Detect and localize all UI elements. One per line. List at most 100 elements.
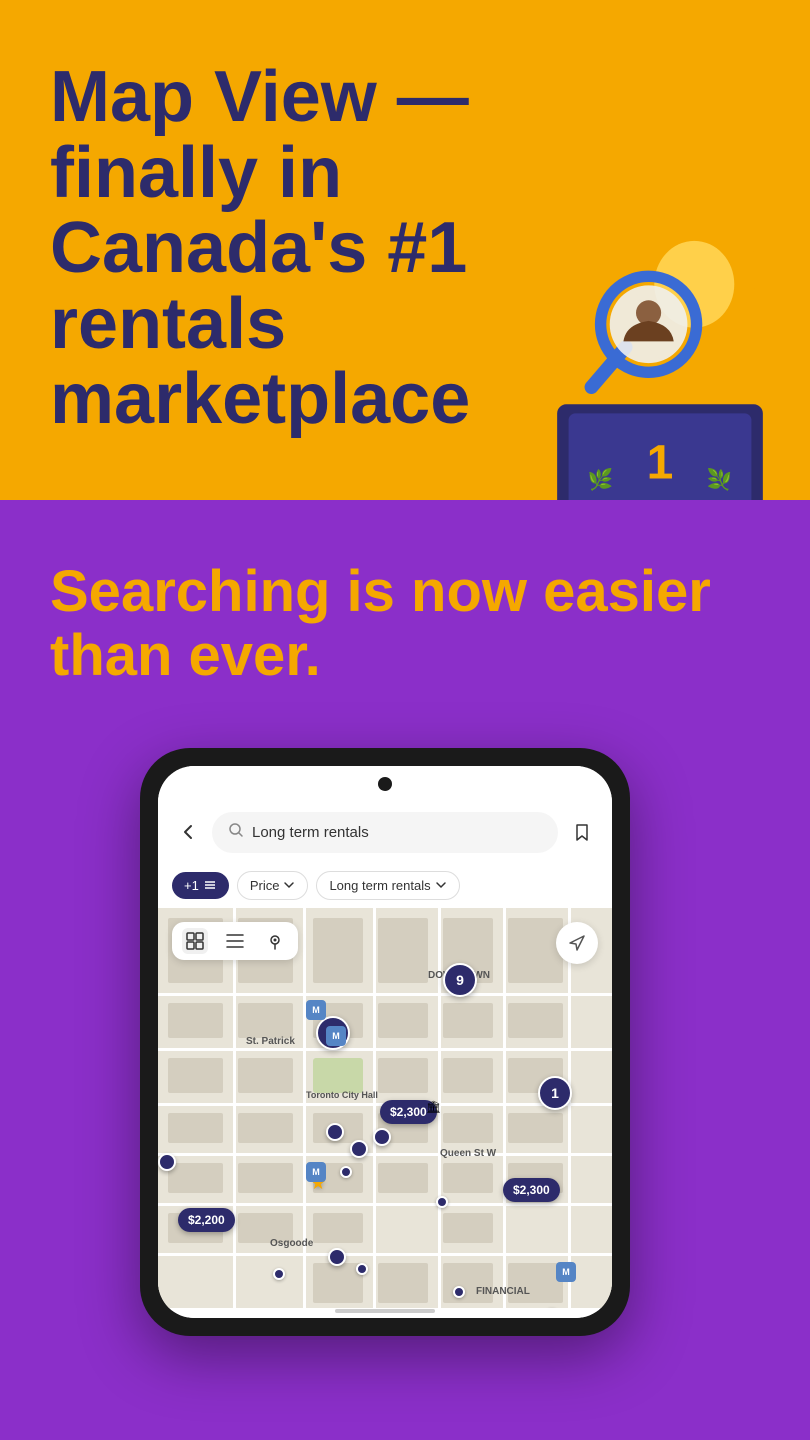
phone-screen: Long term rentals +1 [158, 766, 612, 1318]
list-view-button[interactable] [222, 928, 248, 954]
map-block [443, 1213, 493, 1243]
transit-icon-4: M [556, 1262, 576, 1282]
map-pin-dot7[interactable] [436, 1196, 448, 1208]
phone-mockup: Long term rentals +1 [140, 748, 630, 1336]
map-pin-1[interactable]: 1 [538, 1076, 572, 1110]
map-block [443, 1003, 493, 1038]
pin-dot [328, 1248, 346, 1266]
map-road [373, 908, 376, 1308]
pin-price-label: $2,300 [503, 1178, 560, 1202]
pin-dot-small [356, 1263, 368, 1275]
map-pin-dot4[interactable] [340, 1166, 352, 1178]
rental-type-label: Long term rentals [329, 878, 430, 893]
map-road [158, 1203, 612, 1206]
back-button[interactable] [174, 818, 202, 846]
search-area: Long term rentals [158, 802, 612, 863]
map-pin-dot6[interactable] [356, 1263, 368, 1275]
price-filter-label: Price [250, 878, 280, 893]
svg-text:🌿: 🌿 [588, 468, 614, 492]
main-headline: Map View — finally in Canada's #1 rental… [50, 60, 610, 438]
pin-dot [326, 1123, 344, 1141]
svg-text:1: 1 [647, 437, 674, 490]
map-pin-marker1[interactable] [328, 1248, 346, 1266]
pin-price-label: $2,200 [178, 1208, 235, 1232]
map-block [378, 1263, 428, 1303]
search-bar[interactable]: Long term rentals [212, 812, 558, 853]
map-area[interactable]: DOWNTOWN St. Patrick Toronto City Hall O… [158, 908, 612, 1308]
map-block [313, 1213, 363, 1243]
phone-notch-bar [158, 766, 612, 802]
trophy-illustration: 1 🌿 🌿 [530, 210, 790, 500]
filter-count: +1 [184, 878, 199, 893]
pin-dot-small [340, 1166, 352, 1178]
map-block [378, 1163, 428, 1193]
map-pin-price-2200[interactable]: $2,200 [178, 1208, 235, 1232]
map-pin-marker2[interactable] [453, 1286, 465, 1298]
map-block [168, 1163, 223, 1193]
map-pin-9[interactable]: 9 [443, 963, 477, 997]
grid-view-button[interactable] [182, 928, 208, 954]
pin-count: 1 [538, 1076, 572, 1110]
subheadline: Searching is now easier than ever. [50, 560, 760, 688]
map-block [168, 1113, 223, 1143]
map-block [168, 1058, 223, 1093]
landmark-icon: 🏛 [426, 1100, 441, 1114]
map-pin-dot1[interactable] [326, 1123, 344, 1141]
map-pin-dot3[interactable] [373, 1128, 391, 1146]
map-block [168, 1003, 223, 1038]
filter-chip-rental-type[interactable]: Long term rentals [316, 871, 459, 900]
map-label-st-patrick: St. Patrick [246, 1036, 295, 1047]
map-road [158, 1048, 612, 1051]
phone-bottom-bar [158, 1308, 612, 1318]
map-view-controls [172, 922, 298, 960]
transit-icon: M [326, 1026, 346, 1046]
map-label-city-hall: Toronto City Hall [306, 1090, 378, 1100]
map-label-osgoode: Osgoode [270, 1238, 313, 1249]
map-block [238, 1058, 293, 1093]
pin-count: 9 [443, 963, 477, 997]
map-road [158, 993, 612, 996]
top-section: Map View — finally in Canada's #1 rental… [0, 0, 810, 500]
filter-chip-plus[interactable]: +1 [172, 872, 229, 899]
map-road [233, 908, 236, 1308]
map-block [443, 1263, 493, 1303]
pin-dot [350, 1140, 368, 1158]
map-block [443, 1163, 493, 1193]
map-pin-price-2300b[interactable]: $2,300 [503, 1178, 560, 1202]
map-block [443, 1113, 493, 1143]
map-pin-dot2[interactable] [350, 1140, 368, 1158]
home-indicator [335, 1309, 435, 1313]
map-view-button[interactable] [262, 928, 288, 954]
map-block [508, 1003, 563, 1038]
location-button[interactable] [556, 922, 598, 964]
map-block [378, 1058, 428, 1093]
map-road [158, 1253, 612, 1256]
transit-icon-2: M [306, 1162, 326, 1182]
map-pin-dot-edge[interactable] [158, 1153, 176, 1171]
pin-dot [373, 1128, 391, 1146]
map-block [508, 918, 563, 983]
map-pin-dot5[interactable] [273, 1268, 285, 1280]
map-park [313, 1058, 363, 1093]
map-block [508, 1263, 563, 1303]
bookmark-button[interactable] [568, 818, 596, 846]
filter-row: +1 Price Long term [158, 863, 612, 908]
map-label-financial: FINANCIAL [476, 1286, 530, 1297]
map-label-queen-st: Queen St W [440, 1148, 496, 1159]
filter-chip-price[interactable]: Price [237, 871, 309, 900]
purple-section: Searching is now easier than ever. [0, 500, 810, 1440]
map-block [238, 1163, 293, 1193]
search-icon [228, 822, 244, 843]
pin-dot [158, 1153, 176, 1171]
phone-camera [378, 777, 392, 791]
map-road [503, 908, 506, 1308]
map-block [443, 1058, 493, 1093]
pin-dot-small [453, 1286, 465, 1298]
svg-text:🌿: 🌿 [707, 468, 733, 492]
phone-frame: Long term rentals +1 [140, 748, 630, 1336]
map-block [378, 1003, 428, 1038]
transit-icon-3: M [306, 1000, 326, 1020]
map-block [378, 918, 428, 983]
map-block [313, 918, 363, 983]
map-road [158, 1153, 612, 1156]
